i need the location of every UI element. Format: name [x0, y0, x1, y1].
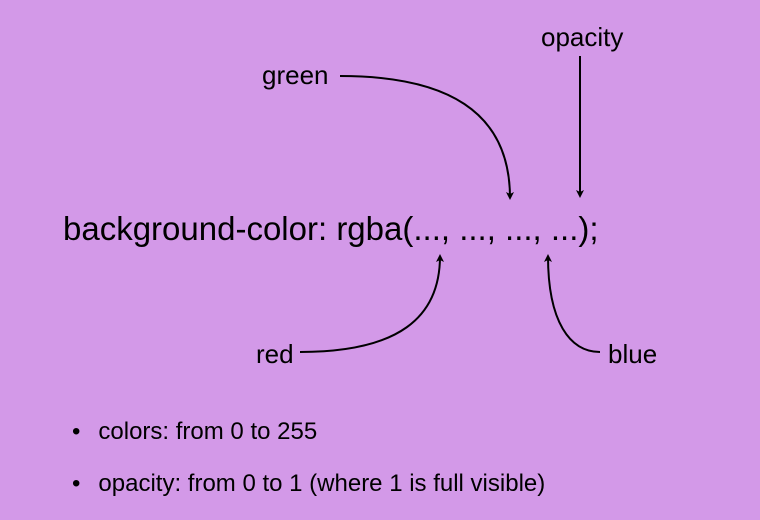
opacity-label: opacity	[541, 22, 623, 53]
bullet-item-opacity: • opacity: from 0 to 1 (where 1 is full …	[72, 470, 545, 498]
green-arrow	[340, 76, 510, 198]
bullet-item-colors: • colors: from 0 to 255	[72, 418, 317, 446]
blue-arrow	[548, 256, 600, 352]
green-label: green	[262, 60, 329, 91]
bullet-text: opacity: from 0 to 1 (where 1 is full vi…	[98, 470, 545, 498]
red-label: red	[256, 339, 294, 370]
blue-label: blue	[608, 339, 657, 370]
bullet-dot: •	[72, 420, 80, 444]
red-arrow	[300, 256, 440, 352]
bullet-text: colors: from 0 to 255	[98, 418, 317, 446]
bullet-dot: •	[72, 472, 80, 496]
code-line: background-color: rgba(..., ..., ..., ..…	[63, 210, 599, 248]
